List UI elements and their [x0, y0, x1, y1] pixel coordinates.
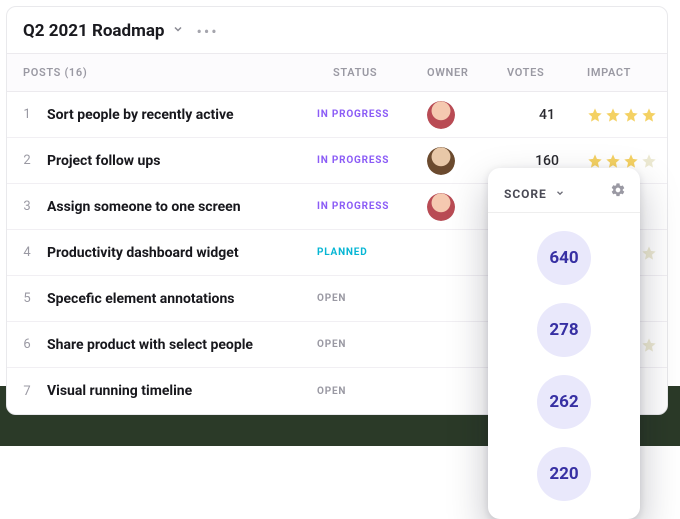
row-index: 3	[7, 199, 47, 214]
row-index: 4	[7, 245, 47, 260]
column-posts-count: (16)	[64, 66, 87, 79]
more-icon[interactable]: •••	[196, 22, 218, 41]
score-badge[interactable]: 278	[537, 303, 591, 357]
column-votes[interactable]: VOTES	[507, 66, 587, 79]
chevron-down-icon[interactable]	[172, 23, 184, 39]
score-dropdown[interactable]: SCORE	[504, 183, 565, 202]
owner-cell	[427, 101, 507, 129]
column-posts[interactable]: POSTS (16)	[7, 66, 317, 79]
votes-value: 41	[507, 107, 587, 123]
column-owner[interactable]: OWNER	[427, 66, 507, 79]
post-title[interactable]: Project follow ups	[47, 153, 317, 169]
status-badge[interactable]: IN PROGRESS	[317, 155, 427, 166]
row-index: 5	[7, 291, 47, 306]
score-badge[interactable]: 220	[537, 447, 591, 501]
avatar[interactable]	[427, 147, 455, 175]
status-badge[interactable]: OPEN	[317, 339, 427, 350]
avatar-empty	[427, 377, 455, 405]
gear-icon[interactable]	[610, 182, 626, 202]
table-row[interactable]: 1Sort people by recently activeIN PROGRE…	[7, 92, 667, 138]
score-label: SCORE	[504, 187, 547, 201]
post-title[interactable]: Sort people by recently active	[47, 107, 317, 123]
impact-stars[interactable]	[587, 153, 668, 169]
avatar-empty	[427, 285, 455, 313]
post-title[interactable]: Assign someone to one screen	[47, 199, 317, 215]
votes-value: 160	[507, 153, 587, 169]
score-list: 640 278 262 220	[488, 213, 640, 511]
avatar-empty	[427, 331, 455, 359]
post-title[interactable]: Specefic element annotations	[47, 291, 317, 307]
avatar[interactable]	[427, 101, 455, 129]
score-badge[interactable]: 262	[537, 375, 591, 429]
column-status[interactable]: STATUS	[317, 66, 427, 79]
row-index: 6	[7, 337, 47, 352]
avatar[interactable]	[427, 193, 455, 221]
column-posts-label: POSTS	[23, 66, 61, 79]
table-header: POSTS (16) STATUS OWNER VOTES IMPACT	[7, 54, 667, 92]
post-title[interactable]: Productivity dashboard widget	[47, 245, 317, 261]
panel-header: Q2 2021 Roadmap •••	[7, 7, 667, 54]
row-index: 2	[7, 153, 47, 168]
column-impact[interactable]: IMPACT	[587, 66, 668, 79]
status-badge[interactable]: PLANNED	[317, 247, 427, 258]
score-popover: SCORE 640 278 262 220	[488, 168, 640, 519]
status-badge[interactable]: IN PROGRESS	[317, 109, 427, 120]
chevron-down-icon	[555, 187, 565, 201]
row-index: 1	[7, 107, 47, 122]
status-badge[interactable]: OPEN	[317, 293, 427, 304]
post-title[interactable]: Visual running timeline	[47, 383, 317, 399]
avatar-empty	[427, 239, 455, 267]
row-index: 7	[7, 384, 47, 399]
page-title[interactable]: Q2 2021 Roadmap	[23, 21, 164, 41]
popover-header: SCORE	[488, 168, 640, 213]
status-badge[interactable]: OPEN	[317, 386, 427, 397]
score-badge[interactable]: 640	[537, 231, 591, 285]
status-badge[interactable]: IN PROGRESS	[317, 201, 427, 212]
post-title[interactable]: Share product with select people	[47, 337, 317, 353]
impact-stars[interactable]	[587, 107, 668, 123]
